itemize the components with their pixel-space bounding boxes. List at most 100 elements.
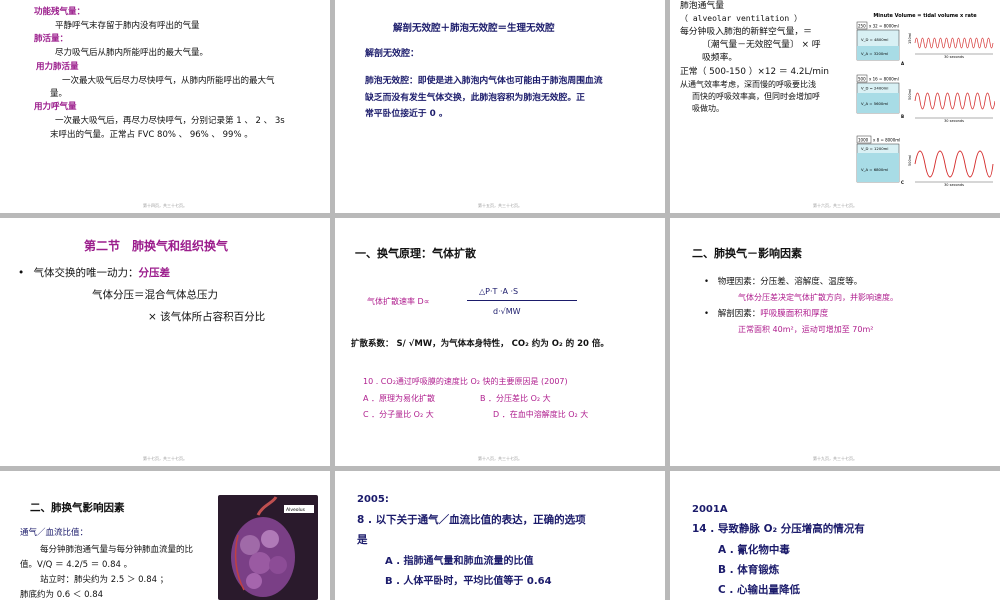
alveolar-volume: V_A = 3200ml	[861, 51, 888, 56]
fvc-definition-2: 量。	[50, 89, 68, 99]
formula-numerator: △P·T ·A ·S	[479, 287, 519, 296]
panel-c: 1000 x 8 = 8000ml V_D = 1200ml V_A = 680…	[856, 135, 994, 187]
alveolus-sac	[261, 530, 279, 548]
vessel	[256, 496, 278, 516]
minute-value: x 16 = 8000ml	[869, 77, 899, 82]
dead-space-title: 解剖无效腔＋肺泡无效腔＝生理无效腔	[393, 23, 555, 34]
diffusion-rate-label: 气体扩散速率 D∝	[367, 297, 430, 306]
fvc-definition-1: 一次最大吸气后尽力尽快呼气，从肺内所能呼出的最大气	[62, 76, 275, 86]
text-line: 从通气效率考虑，深而慢的呼吸要比浅	[680, 79, 816, 89]
time-label: 30 seconds	[944, 119, 964, 123]
text-line: 而快的呼吸效率高，但同时会增加呼	[692, 92, 820, 102]
scale-label: 500ml	[908, 89, 912, 100]
option-a[interactable]: A . 指肺通气量和肺血流量的比值	[385, 555, 534, 570]
vq-definition-1: 每分钟肺泡通气量与每分钟肺血流量的比	[40, 545, 194, 555]
formula-denominator: d·√MW	[493, 307, 521, 316]
dead-space-volume: V_D = 4800ml	[861, 37, 888, 42]
body-line: 常平卧位接近于 0 。	[365, 109, 448, 120]
bullet-text: 气体交换的唯一动力：	[33, 267, 139, 279]
text-line: 吸做功。	[692, 104, 724, 114]
vq-heading: 通气／血流比值：	[20, 528, 89, 538]
fvc-heading: 用力肺活量	[36, 62, 79, 72]
fev-heading: 用力呼气量	[34, 102, 77, 112]
text-line: 正常（ 500-150 ）×12 ＝ 4.2L/min	[680, 66, 829, 77]
anatomical-dead-space-label: 解剖无效腔：	[365, 49, 420, 59]
minute-volume-svg: Minute Volume = tidal volume x rate 250 …	[856, 13, 996, 187]
panel-b: 500 x 16 = 8000ml V_D = 2400ml V_A = 560…	[856, 74, 996, 123]
slide-18[interactable]: 一、换气原理：气体扩散 气体扩散速率 D∝ △P·T ·A ·S d·√MW 扩…	[335, 218, 665, 466]
dead-space-volume: V_D = 1200ml	[861, 146, 888, 151]
slide-footer: 第十五页，共三十七页。	[478, 203, 522, 209]
slide-footer: 第十六页，共三十七页。	[813, 203, 857, 209]
minute-value: x 32 = 8000ml	[869, 24, 899, 29]
text-line: 吸频率。	[702, 53, 738, 64]
text-line: 〔潮气量－无效腔气量〕 × 呼	[702, 39, 821, 50]
slide-footer: 第十四页，共三十七页。	[143, 203, 187, 209]
vq-definition-2: 值。V/Q ＝ 4.2/5 ＝ 0.84 。	[20, 560, 133, 570]
influencing-factors-title: 二、肺换气－影响因素	[692, 247, 802, 260]
panel-a: 250 x 32 = 8000ml V_D = 4800ml V_A = 320…	[856, 21, 994, 66]
exam-question: 10 . CO₂通过呼吸膜的速度比 O₂ 快的主要原因是 (2007)	[363, 377, 568, 386]
option-a[interactable]: A ．原理为易化扩散	[363, 393, 435, 405]
alveolus-sac	[240, 535, 260, 555]
vq-base: 肺底约为 0.6 ＜ 0.84	[20, 590, 104, 600]
breathing-waveform-c	[914, 150, 994, 178]
text-line: 每分钟吸入肺泡的新鲜空气量，＝	[680, 26, 812, 37]
slide-footer: 第十七页，共三十七页。	[143, 456, 187, 462]
physical-factors-detail: 气体分压差决定气体扩散方向，并影响速度。	[738, 293, 898, 302]
alveolus-sac	[246, 573, 262, 589]
exam-question: 14 . 导致静脉 O₂ 分压增高的情况有	[692, 523, 865, 535]
option-c[interactable]: C ．分子量比 O₂ 大	[363, 409, 434, 421]
alveolus-sac	[249, 552, 271, 574]
dead-space-volume: V_D = 2400ml	[861, 86, 888, 91]
body-line: 缺乏而没有发生气体交换，此肺泡容积为肺泡无效腔。正	[365, 92, 585, 103]
breathing-waveform-a	[914, 37, 994, 49]
alveolar-dead-space-text: 肺泡无效腔：即使是进入肺泡内气体也可能由于肺泡周围血流 缺乏而没有发生气体交换，…	[365, 73, 603, 123]
option-c[interactable]: C . 心输出量降低	[718, 583, 800, 598]
minute-value: x 8 = 8000ml	[873, 138, 900, 143]
fev-definition-1: 一次最大吸气后，再尽力尽快呼气，分别记录第 1 、 2 、 3s	[55, 116, 285, 126]
option-b[interactable]: B ．分压差比 O₂ 大	[480, 393, 551, 405]
exam-year: 2005:	[357, 494, 389, 505]
alveolar-volume: V_A = 6800ml	[861, 167, 888, 172]
bullet-dot-icon: •	[704, 309, 710, 319]
option-b[interactable]: B . 体育锻炼	[718, 563, 779, 578]
scale-label: 150ml	[908, 33, 912, 44]
frc-definition: 平静呼气末存留于肺内没有呼出的气量	[55, 21, 200, 31]
diffusion-coefficient: 扩散系数： S/ √MW，为气体本身特性， CO₂ 约为 O₂ 的 20 倍。	[351, 339, 609, 349]
text-line: 肺泡通气量	[680, 1, 724, 11]
bullet-dot-icon: •	[704, 277, 710, 287]
scale-label: 500ml	[908, 155, 912, 166]
diagram-title: Minute Volume = tidal volume x rate	[873, 13, 977, 19]
vital-capacity-heading: 肺活量：	[34, 34, 69, 44]
time-label: 30 seconds	[944, 183, 964, 187]
diffusion-title: 一、换气原理：气体扩散	[355, 247, 476, 260]
breathing-waveform-b	[914, 92, 996, 110]
alveolar-ventilation-text: 肺泡通气量 （ alveolar ventilation ） 每分钟吸入肺泡的新…	[680, 0, 829, 115]
slide-20[interactable]: 二、肺换气影响因素 通气／血流比值： 每分钟肺泡通气量与每分钟肺血流量的比 值。…	[0, 471, 330, 600]
panel-label: B	[901, 114, 904, 119]
alveolus-illustration: Alveolus	[231, 496, 314, 597]
partial-pressure-formula-2: × 该气体所占容积百分比	[148, 311, 266, 323]
exam-question: 8 . 以下关于通气／血流比值的表达，正确的选项	[357, 514, 586, 526]
anatomical-factors-detail: 正常面积 40m²，运动可增加至 70m²	[738, 325, 874, 334]
slide-16[interactable]: 肺泡通气量 （ alveolar ventilation ） 每分钟吸入肺泡的新…	[670, 0, 1000, 213]
alveolus-sac	[269, 556, 287, 574]
tidal-value: 1000	[858, 138, 869, 143]
body-line: 肺泡无效腔：即使是进入肺泡内气体也可能由于肺泡周围血流	[365, 76, 603, 86]
slide-footer: 第十九页，共三十七页。	[813, 456, 857, 462]
slide-22[interactable]: 2001A 14 . 导致静脉 O₂ 分压增高的情况有 A . 氰化物中毒 B …	[670, 471, 1000, 600]
exam-question-cont: 是	[357, 534, 368, 546]
fev-definition-2: 末呼出的气量。正常占 FVC 80% 、 96% 、 99% 。	[50, 130, 253, 140]
option-b[interactable]: B . 人体平卧时，平均比值等于 0.64	[385, 575, 552, 590]
slide-14[interactable]: 功能残气量： 平静呼气末存留于肺内没有呼出的气量 肺活量： 尽力吸气后从肺内所能…	[0, 0, 330, 213]
slide-15[interactable]: 解剖无效腔＋肺泡无效腔＝生理无效腔 解剖无效腔： 肺泡无效腔：即使是进入肺泡内气…	[335, 0, 665, 213]
slide-21[interactable]: 2005: 8 . 以下关于通气／血流比值的表达，正确的选项 是 A . 指肺通…	[335, 471, 665, 600]
slide-19[interactable]: 二、肺换气－影响因素 • 物理因素：分压差、溶解度、温度等。 气体分压差决定气体…	[670, 218, 1000, 466]
slide-17[interactable]: 第二节 肺换气和组织换气 • 气体交换的唯一动力：分压差 气体分压＝混合气体总压…	[0, 218, 330, 466]
fraction-bar	[467, 300, 577, 301]
tidal-value: 500	[858, 77, 866, 82]
section-title: 第二节 肺换气和组织换气	[84, 239, 229, 253]
option-a[interactable]: A . 氰化物中毒	[718, 543, 790, 558]
option-d[interactable]: D ．在血中溶解度比 O₂ 大	[493, 409, 588, 421]
